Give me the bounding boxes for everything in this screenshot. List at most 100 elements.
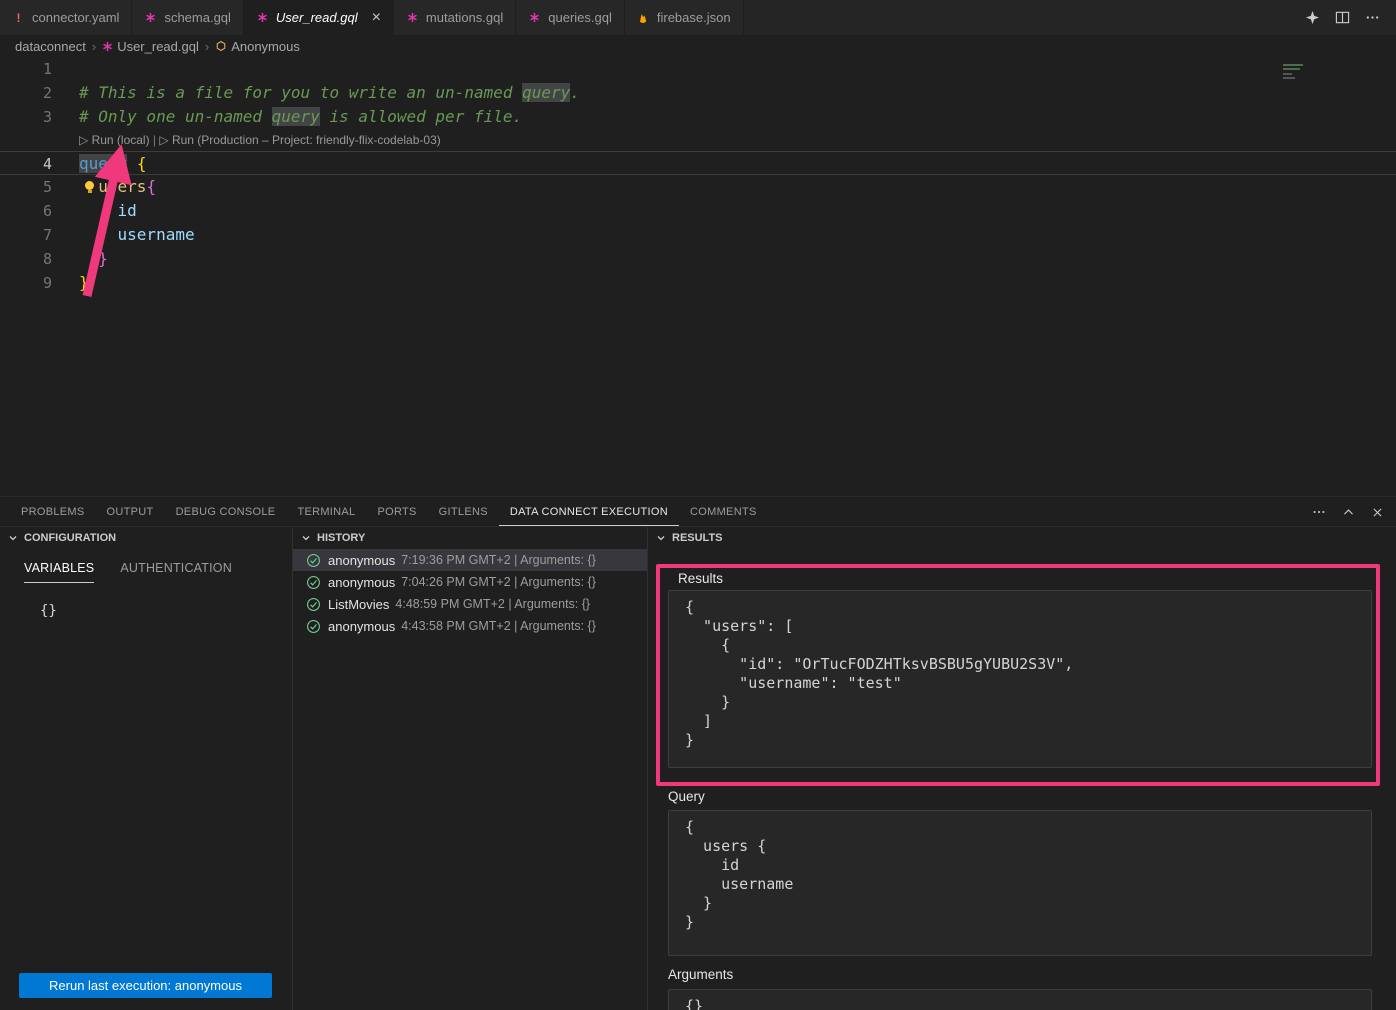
- history-entry-meta: 7:04:26 PM GMT+2 | Arguments: {}: [401, 575, 596, 589]
- editor-tab-queries-gql[interactable]: queries.gql: [516, 0, 625, 35]
- panel-tab-gitlens[interactable]: GITLENS: [428, 497, 499, 526]
- arguments-text[interactable]: {}: [668, 989, 1372, 1010]
- results-header[interactable]: RESULTS: [648, 527, 1396, 549]
- tabbar-actions: [1305, 0, 1396, 35]
- code-token: {: [146, 177, 156, 196]
- run-local-link[interactable]: ▷ Run (local): [79, 133, 150, 147]
- panel-tab-output[interactable]: OUTPUT: [96, 497, 165, 526]
- editor-tab-connector-yaml[interactable]: ! connector.yaml: [0, 0, 132, 35]
- editor-tab-user-read-gql[interactable]: User_read.gql ×: [244, 0, 394, 35]
- panel-tab-comments[interactable]: COMMENTS: [679, 497, 768, 526]
- configuration-section: CONFIGURATION VARIABLES AUTHENTICATION {…: [0, 527, 293, 1010]
- code-token: }: [79, 273, 89, 292]
- configuration-header[interactable]: CONFIGURATION: [0, 527, 292, 549]
- code-line-8[interactable]: 8 }: [0, 247, 1396, 271]
- graphql-icon: [406, 12, 419, 23]
- tab-label: connector.yaml: [32, 10, 119, 25]
- tab-authentication[interactable]: AUTHENTICATION: [120, 561, 232, 583]
- code-token: is allowed per file.: [320, 107, 522, 126]
- close-panel-icon[interactable]: [1371, 506, 1384, 519]
- results-json[interactable]: { "users": [ { "id": "OrTucFODZHTksvBSBU…: [668, 590, 1372, 768]
- tab-label: firebase.json: [657, 10, 731, 25]
- run-production-link[interactable]: ▷ Run (Production – Project: friendly-fl…: [159, 133, 440, 147]
- code-line-6[interactable]: 6 id: [0, 199, 1396, 223]
- line-number: 5: [0, 175, 52, 199]
- rerun-button[interactable]: Rerun last execution: anonymous: [19, 973, 272, 998]
- panel-tab-problems[interactable]: PROBLEMS: [10, 497, 96, 526]
- line-number: 4: [0, 152, 52, 174]
- history-entry-meta: 7:19:36 PM GMT+2 | Arguments: {}: [401, 553, 596, 567]
- editor-tab-mutations-gql[interactable]: mutations.gql: [394, 0, 516, 35]
- code-token: [127, 154, 137, 173]
- code-token: # Only one un-named: [79, 107, 272, 126]
- graphql-icon: [144, 12, 157, 23]
- code-line-3[interactable]: 3# Only one un-named query is allowed pe…: [0, 105, 1396, 129]
- code-line-9[interactable]: 9}: [0, 271, 1396, 295]
- history-entry[interactable]: anonymous 7:19:36 PM GMT+2 | Arguments: {…: [293, 549, 647, 571]
- code-token: query: [79, 154, 127, 173]
- history-list: anonymous 7:19:36 PM GMT+2 | Arguments: {…: [293, 549, 647, 637]
- check-circle-icon: [306, 553, 321, 568]
- line-number: 9: [0, 271, 52, 295]
- code-token: # This is a file for you to write an un-…: [79, 83, 522, 102]
- query-text[interactable]: { users { id username } }: [668, 810, 1372, 956]
- annotation-highlight-box: Results { "users": [ { "id": "OrTucFODZH…: [656, 564, 1380, 786]
- history-entry-name: anonymous: [328, 553, 395, 568]
- chevron-down-icon: [656, 533, 666, 543]
- results-section: RESULTS Results { "users": [ { "id": "Or…: [648, 527, 1396, 1010]
- chevron-down-icon: [301, 533, 311, 543]
- code-line-5[interactable]: 5 users{: [0, 175, 1396, 199]
- history-entry-name: anonymous: [328, 575, 395, 590]
- editor-lines: 12# This is a file for you to write an u…: [0, 57, 1396, 295]
- panel-tab-data-connect-execution[interactable]: DATA CONNECT EXECUTION: [499, 497, 679, 526]
- close-icon[interactable]: ×: [372, 10, 381, 26]
- tab-label: User_read.gql: [276, 10, 358, 25]
- copilot-sparkle-icon[interactable]: [1305, 10, 1320, 25]
- panel-tab-ports[interactable]: PORTS: [366, 497, 427, 526]
- code-line-4[interactable]: 4 query {: [0, 151, 1396, 175]
- query-label: Query: [668, 789, 705, 804]
- yaml-icon: !: [12, 11, 25, 25]
- tab-label: schema.gql: [164, 10, 230, 25]
- breadcrumb-item-anonymous[interactable]: Anonymous: [231, 39, 300, 54]
- editor-tabs: ! connector.yaml schema.gql User_read.gql × m…: [0, 0, 744, 35]
- breadcrumb-item-dataconnect[interactable]: dataconnect: [15, 39, 86, 54]
- lightbulb-icon[interactable]: [85, 181, 94, 190]
- graphql-icon: [256, 12, 269, 23]
- code-line-2[interactable]: 2# This is a file for you to write an un…: [0, 81, 1396, 105]
- firebase-icon: [637, 11, 650, 25]
- maximize-panel-icon[interactable]: [1342, 506, 1355, 519]
- tab-variables[interactable]: VARIABLES: [24, 561, 94, 583]
- history-entry[interactable]: anonymous4:43:58 PM GMT+2 | Arguments: {…: [293, 615, 647, 637]
- results-header-label: RESULTS: [672, 532, 723, 544]
- variables-value[interactable]: {}: [40, 603, 292, 619]
- panel-more-actions-icon[interactable]: [1312, 505, 1326, 519]
- code-line-1[interactable]: 1: [0, 57, 1396, 81]
- breadcrumb-item-file[interactable]: User_read.gql: [117, 39, 199, 54]
- breadcrumb-separator: ›: [205, 39, 209, 54]
- code-token: {: [137, 154, 147, 173]
- history-header-label: HISTORY: [317, 532, 365, 544]
- code-editor[interactable]: 12# This is a file for you to write an u…: [0, 57, 1396, 496]
- editor-tab-schema-gql[interactable]: schema.gql: [132, 0, 243, 35]
- code-content: username: [52, 223, 195, 247]
- code-token: query: [272, 107, 320, 126]
- more-actions-icon[interactable]: [1365, 10, 1380, 25]
- history-header[interactable]: HISTORY: [293, 527, 647, 549]
- panel-tab-debug-console[interactable]: DEBUG CONSOLE: [165, 497, 287, 526]
- code-token: .: [570, 83, 580, 102]
- code-content: # Only one un-named query is allowed per…: [52, 105, 522, 129]
- split-editor-icon[interactable]: [1335, 10, 1350, 25]
- results-label: Results: [678, 571, 1376, 586]
- code-line-7[interactable]: 7 username: [0, 223, 1396, 247]
- code-content: }: [52, 247, 108, 271]
- panel-tab-terminal[interactable]: TERMINAL: [286, 497, 366, 526]
- history-entry[interactable]: anonymous 7:04:26 PM GMT+2 | Arguments: {…: [293, 571, 647, 593]
- history-entry[interactable]: ListMovies4:48:59 PM GMT+2 | Arguments: …: [293, 593, 647, 615]
- code-content: }: [52, 271, 89, 295]
- bottom-panel: PROBLEMSOUTPUTDEBUG CONSOLETERMINALPORTS…: [0, 496, 1396, 1010]
- check-circle-icon: [306, 597, 321, 612]
- check-circle-icon: [306, 575, 321, 590]
- editor-tab-firebase-json[interactable]: firebase.json: [625, 0, 744, 35]
- minimap[interactable]: [1283, 61, 1309, 82]
